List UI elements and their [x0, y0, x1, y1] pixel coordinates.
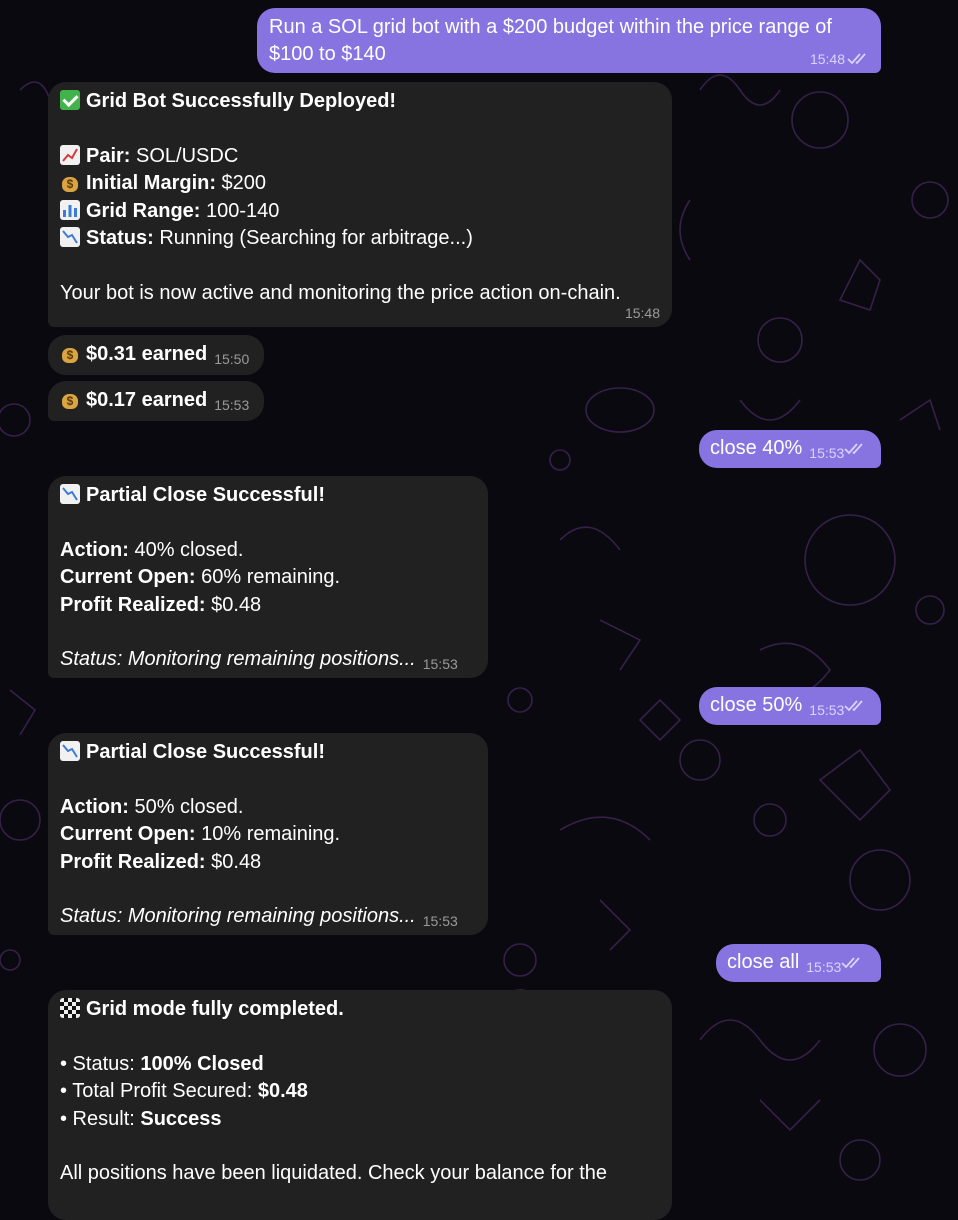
field-pair: Pair: SOL/USDC: [60, 143, 660, 170]
double-check-read-icon: [841, 957, 860, 968]
field-grid-range: Grid Range: 100-140: [60, 198, 660, 225]
field-action: Action: 50% closed.: [60, 795, 244, 818]
field-current-open: Current Open: 10% remaining.: [60, 823, 341, 846]
incoming-message-bubble[interactable]: Partial Close Successful! Action: 50% cl…: [48, 733, 488, 935]
message-text: close 40%: [710, 437, 803, 459]
double-check-read-icon: [844, 443, 863, 454]
message-meta: 15:48: [625, 305, 660, 321]
status-text: Status: Monitoring remaining positions..…: [60, 905, 416, 928]
double-check-read-icon: [844, 700, 863, 711]
incoming-message-bubble[interactable]: Partial Close Successful! Action: 40% cl…: [48, 476, 488, 678]
chart-decreasing-emoji-icon: [60, 484, 80, 504]
bullet-result: • Result: Success: [60, 1107, 222, 1130]
double-check-read-icon: [847, 53, 866, 65]
chequered-flag-emoji-icon: [60, 998, 80, 1018]
message-body: All positions have been liquidated. Chec…: [60, 1162, 608, 1185]
money-bag-emoji-icon: [60, 172, 80, 193]
check-mark-emoji-icon: [60, 90, 80, 110]
message-meta: 15:48: [810, 51, 869, 67]
field-profit-realized: Profit Realized: $0.48: [60, 850, 262, 873]
message-time: 15:50: [214, 351, 250, 367]
outgoing-message-bubble[interactable]: close 40% 15:53: [699, 430, 881, 468]
field-current-open: Current Open: 60% remaining.: [60, 566, 341, 589]
status-text: Status: Monitoring remaining positions..…: [60, 648, 416, 671]
field-status: Status: Running (Searching for arbitrage…: [60, 225, 660, 252]
outgoing-message-bubble[interactable]: Run a SOL grid bot with a $200 budget wi…: [257, 8, 881, 73]
earned-amount: $0.31 earned: [86, 343, 208, 365]
message-time: 15:48: [809, 51, 845, 67]
message-time: 15:48: [624, 305, 660, 321]
money-bag-emoji-icon: [60, 343, 80, 363]
incoming-message-bubble[interactable]: $0.17 earned 15:53: [48, 381, 264, 421]
message-title: Partial Close Successful!: [60, 739, 476, 766]
message-time: 15:53: [809, 445, 845, 461]
message-time: 15:53: [422, 656, 458, 673]
outgoing-message-bubble[interactable]: close 50% 15:53: [699, 687, 881, 725]
earned-amount: $0.17 earned: [86, 389, 208, 411]
message-time: 15:53: [214, 397, 250, 413]
message-title: Partial Close Successful!: [60, 482, 476, 509]
message-time: 15:53: [809, 702, 845, 718]
message-title: Grid Bot Successfully Deployed!: [60, 88, 660, 115]
message-title: Grid mode fully completed.: [60, 996, 660, 1023]
bar-chart-emoji-icon: [60, 199, 80, 220]
chart-decreasing-emoji-icon: [60, 226, 80, 247]
message-text-line: Run a SOL grid bot with a $200 budget wi…: [269, 16, 832, 38]
money-bag-emoji-icon: [60, 389, 80, 409]
message-time: 15:53: [422, 913, 458, 930]
message-text-line: $100 to $140: [269, 43, 386, 66]
incoming-message-bubble[interactable]: $0.31 earned 15:50: [48, 335, 264, 375]
message-text: close all: [727, 951, 800, 973]
incoming-message-bubble[interactable]: Grid mode fully completed. • Status: 100…: [48, 990, 672, 1220]
field-initial-margin: Initial Margin: $200: [60, 170, 660, 197]
outgoing-message-bubble[interactable]: close all 15:53: [716, 944, 881, 982]
chart-increasing-emoji-icon: [60, 144, 80, 165]
incoming-message-bubble[interactable]: Grid Bot Successfully Deployed! Pair: SO…: [48, 82, 672, 327]
bullet-status: • Status: 100% Closed: [60, 1052, 264, 1075]
bullet-total-profit: • Total Profit Secured: $0.48: [60, 1080, 308, 1103]
chart-decreasing-emoji-icon: [60, 741, 80, 761]
field-profit-realized: Profit Realized: $0.48: [60, 593, 262, 616]
message-text: close 50%: [710, 694, 803, 716]
message-body: Your bot is now active and monitoring th…: [60, 281, 621, 304]
message-time: 15:53: [806, 959, 842, 975]
field-action: Action: 40% closed.: [60, 538, 244, 561]
